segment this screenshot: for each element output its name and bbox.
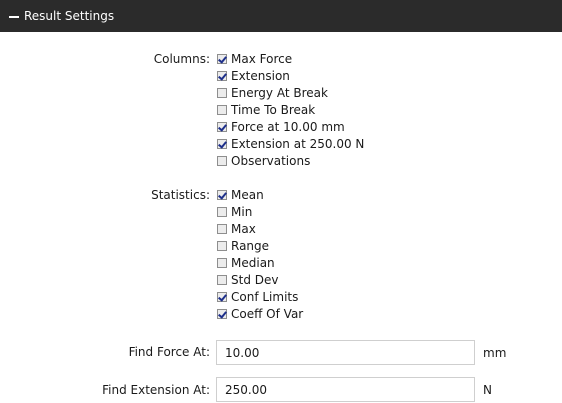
option-label: Energy At Break (231, 85, 328, 100)
checkbox[interactable] (217, 87, 227, 98)
column-option-energy-at-break[interactable]: Energy At Break (217, 84, 328, 101)
checkbox[interactable] (217, 155, 227, 166)
checkbox[interactable] (217, 274, 227, 285)
option-label: Max Force (231, 51, 293, 66)
checkbox[interactable] (217, 138, 227, 149)
statistic-option-mean[interactable]: Mean (217, 186, 264, 203)
panel-title: Result Settings (24, 9, 115, 23)
statistic-option-max[interactable]: Max (217, 220, 256, 237)
checkbox[interactable] (217, 223, 227, 234)
statistic-option-coeff-of-var[interactable]: Coeff Of Var (217, 305, 303, 322)
column-option-force-at-10mm[interactable]: Force at 10.00 mm (217, 118, 345, 135)
statistics-label: Statistics: (151, 188, 210, 202)
option-label: Force at 10.00 mm (231, 119, 345, 134)
option-label: Time To Break (231, 102, 316, 117)
statistic-option-std-dev[interactable]: Std Dev (217, 271, 278, 288)
checkbox[interactable] (217, 240, 227, 251)
collapse-minus-icon[interactable] (9, 15, 19, 18)
option-label: Observations (231, 153, 311, 168)
option-label: Conf Limits (231, 289, 299, 304)
option-label: Extension (231, 68, 290, 83)
option-label: Mean (231, 187, 264, 202)
statistic-option-conf-limits[interactable]: Conf Limits (217, 288, 298, 305)
column-option-max-force[interactable]: Max Force (217, 50, 292, 67)
statistic-option-min[interactable]: Min (217, 203, 252, 220)
column-option-extension[interactable]: Extension (217, 67, 290, 84)
option-label: Std Dev (231, 272, 279, 287)
find-force-unit: mm (483, 346, 507, 360)
checkbox[interactable] (217, 257, 227, 268)
checkbox[interactable] (217, 70, 227, 81)
option-label: Min (231, 204, 253, 219)
option-label: Extension at 250.00 N (231, 136, 365, 151)
column-option-extension-at-250n[interactable]: Extension at 250.00 N (217, 135, 364, 152)
checkbox[interactable] (217, 104, 227, 115)
column-option-time-to-break[interactable]: Time To Break (217, 101, 315, 118)
find-extension-unit: N (483, 383, 492, 397)
checkbox[interactable] (217, 291, 227, 302)
checkbox[interactable] (217, 206, 227, 217)
result-settings-header[interactable]: Result Settings (0, 0, 562, 32)
checkbox[interactable] (217, 53, 227, 64)
checkbox[interactable] (217, 308, 227, 319)
option-label: Median (231, 255, 275, 270)
option-label: Max (231, 221, 256, 236)
option-label: Coeff Of Var (231, 306, 304, 321)
columns-label: Columns: (153, 52, 210, 66)
find-extension-label: Find Extension At: (102, 383, 210, 397)
checkbox[interactable] (217, 121, 227, 132)
statistic-option-range[interactable]: Range (217, 237, 269, 254)
column-option-observations[interactable]: Observations (217, 152, 310, 169)
option-label: Range (231, 238, 270, 253)
find-extension-input[interactable] (216, 377, 475, 402)
find-force-input[interactable] (216, 340, 475, 365)
find-force-label: Find Force At: (128, 345, 210, 359)
statistic-option-median[interactable]: Median (217, 254, 275, 271)
checkbox[interactable] (217, 189, 227, 200)
